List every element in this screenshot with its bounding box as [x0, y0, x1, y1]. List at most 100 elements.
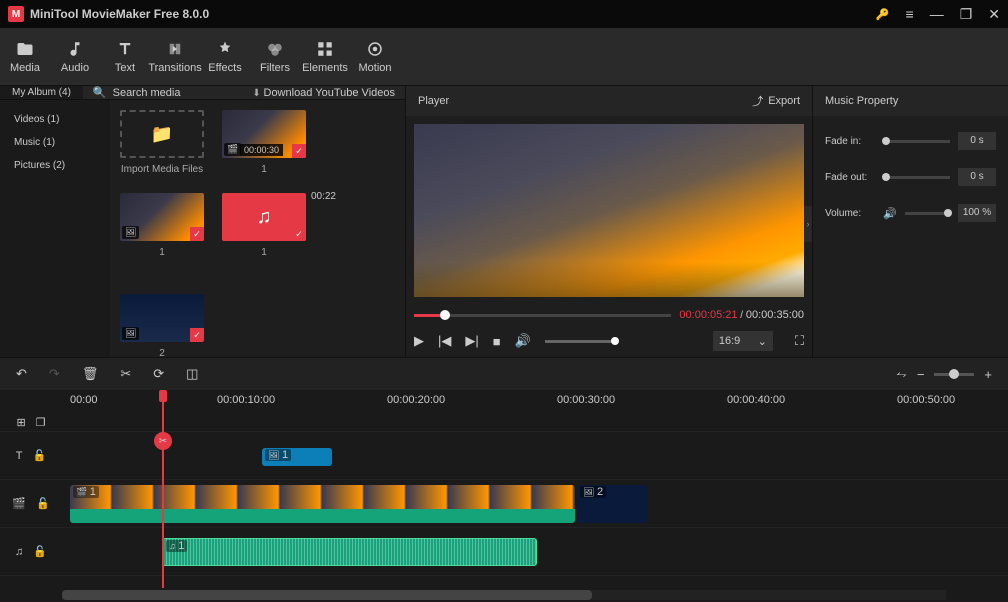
crop-button[interactable]: ◫ — [186, 366, 198, 382]
fade-out-value[interactable]: 0 s — [958, 168, 996, 186]
stop-button[interactable]: ■ — [493, 334, 501, 349]
tab-media[interactable]: Media — [0, 28, 50, 85]
check-icon: ✓ — [292, 144, 306, 158]
motion-icon — [366, 40, 384, 58]
media-item-image[interactable]: 🖼 ✓ 1 — [120, 193, 204, 258]
redo-button[interactable]: ↷ — [49, 366, 60, 382]
music-icon: ♫ — [257, 206, 272, 229]
lock-icon[interactable]: 🔓 — [33, 449, 47, 462]
properties-panel: Music Property Fade in: 0 s Fade out: 0 … — [813, 86, 1008, 357]
tab-effects[interactable]: Effects — [200, 28, 250, 85]
volume-value[interactable]: 100 % — [958, 204, 996, 222]
fade-out-label: Fade out: — [825, 172, 875, 183]
main-toolbar: Media Audio Text Transitions Effects Fil… — [0, 28, 1008, 86]
menu-icon[interactable]: ≡ — [906, 6, 914, 22]
next-frame-button[interactable]: ▶| — [465, 333, 478, 349]
add-track-button[interactable]: ⊞ — [16, 416, 25, 429]
transitions-icon — [166, 40, 184, 58]
track-toggle-button[interactable]: ❐ — [36, 416, 46, 429]
tab-motion[interactable]: Motion — [350, 28, 400, 85]
check-icon: ✓ — [190, 328, 204, 342]
split-at-playhead-button[interactable]: ✂ — [154, 432, 172, 450]
category-videos[interactable]: Videos (1) — [0, 108, 110, 131]
fade-in-value[interactable]: 0 s — [958, 132, 996, 150]
check-icon: ✓ — [292, 227, 306, 241]
video-preview[interactable] — [414, 124, 804, 297]
category-music[interactable]: Music (1) — [0, 131, 110, 154]
fullscreen-button[interactable]: ⛶ — [795, 333, 804, 349]
volume-label: Volume: — [825, 208, 875, 219]
export-button[interactable]: ⤴ Export — [752, 93, 800, 109]
text-track-icon: T — [16, 450, 23, 462]
delete-button[interactable]: 🗑 — [82, 366, 99, 382]
media-grid: 📁 Import Media Files 🎬 00:00:30 ✓ 1 🖼 ✓ — [110, 100, 405, 369]
timeline-scrollbar[interactable] — [62, 590, 946, 600]
audio-track-head: ♫🔓 — [0, 528, 62, 576]
playhead[interactable]: ✂ — [162, 390, 164, 588]
media-item-music[interactable]: 00:22 ♫ ✓ 1 — [222, 193, 306, 258]
video-track-head: 🎬🔓 — [0, 480, 62, 528]
panel-expand-handle[interactable]: › — [804, 206, 812, 242]
aspect-ratio-select[interactable]: 16:9 ⌄ — [713, 331, 773, 351]
undo-button[interactable]: ↶ — [16, 366, 27, 382]
volume-icon[interactable]: 🔊 — [515, 333, 531, 349]
prev-frame-button[interactable]: |◀ — [438, 333, 451, 349]
elements-icon — [316, 40, 334, 58]
fade-in-slider[interactable] — [883, 140, 950, 143]
effects-icon — [216, 40, 234, 58]
video-icon: 🎬 — [224, 143, 241, 156]
player-title: Player — [418, 95, 449, 107]
key-icon[interactable]: 🔑 — [876, 8, 890, 21]
speaker-icon: 🔊 — [883, 207, 897, 220]
video-track[interactable]: 🎬 1 🖼 2 — [62, 480, 1008, 528]
text-track[interactable]: 🖼 1 — [62, 432, 1008, 480]
audio-track[interactable]: ♫ 1 — [62, 528, 1008, 576]
fade-out-slider[interactable] — [883, 176, 950, 179]
tab-transitions[interactable]: Transitions — [150, 28, 200, 85]
fade-in-label: Fade in: — [825, 136, 875, 147]
lock-icon[interactable]: 🔓 — [33, 545, 47, 558]
tab-audio[interactable]: Audio — [50, 28, 100, 85]
export-icon: ⤴ — [752, 93, 763, 109]
volume-slider[interactable] — [545, 340, 615, 343]
video-track-icon: 🎬 — [12, 497, 26, 510]
check-icon: ✓ — [190, 227, 204, 241]
video-clip[interactable]: 🖼 2 — [577, 485, 647, 523]
play-button[interactable]: ▶ — [414, 333, 424, 349]
zoom-in-button[interactable]: + — [984, 367, 992, 382]
media-item-image[interactable]: 🖼 ✓ 2 — [120, 294, 204, 359]
media-panel: My Album (4) 🔍 Search media ⬇ Download Y… — [0, 86, 405, 357]
close-button[interactable]: ✕ — [988, 6, 1000, 23]
properties-title: Music Property — [813, 86, 1008, 116]
minimize-button[interactable]: — — [930, 6, 944, 22]
audio-track-icon: ♫ — [15, 546, 23, 558]
timeline: ↶ ↷ 🗑 ✂ ⟳ ◫ ⥊ − + ⊞❐ T🔓 🎬🔓 ♫🔓 00:00 00:0… — [0, 357, 1008, 602]
download-youtube-link[interactable]: ⬇ Download YouTube Videos — [242, 87, 405, 99]
split-button[interactable]: ✂ — [120, 366, 131, 382]
tab-elements[interactable]: Elements — [300, 28, 350, 85]
app-logo: M — [8, 6, 24, 22]
zoom-slider[interactable] — [934, 373, 974, 376]
tab-filters[interactable]: Filters — [250, 28, 300, 85]
search-input[interactable]: 🔍 Search media — [83, 86, 242, 99]
text-clip[interactable]: 🖼 1 — [262, 448, 332, 466]
text-icon — [116, 40, 134, 58]
fit-button[interactable]: ⥊ — [896, 366, 906, 382]
tab-text[interactable]: Text — [100, 28, 150, 85]
progress-bar[interactable]: 00:00:05:21 / 00:00:35:00 — [406, 305, 812, 325]
progress-thumb[interactable] — [440, 310, 450, 320]
app-title: MiniTool MovieMaker Free 8.0.0 — [30, 7, 209, 21]
video-clip[interactable]: 🎬 1 — [70, 485, 575, 523]
audio-clip[interactable]: ♫ 1 — [162, 538, 537, 566]
album-tab[interactable]: My Album (4) — [0, 86, 83, 99]
lock-icon[interactable]: 🔓 — [36, 497, 50, 510]
category-pictures[interactable]: Pictures (2) — [0, 154, 110, 177]
import-media-button[interactable]: 📁 Import Media Files — [120, 110, 204, 175]
text-track-head: T🔓 — [0, 432, 62, 480]
timeline-ruler[interactable]: 00:00 00:00:10:00 00:00:20:00 00:00:30:0… — [62, 390, 1008, 414]
maximize-button[interactable]: ❐ — [960, 6, 973, 23]
zoom-out-button[interactable]: − — [917, 367, 925, 382]
media-item-video[interactable]: 🎬 00:00:30 ✓ 1 — [222, 110, 306, 175]
volume-prop-slider[interactable] — [905, 212, 950, 215]
speed-button[interactable]: ⟳ — [153, 366, 164, 382]
